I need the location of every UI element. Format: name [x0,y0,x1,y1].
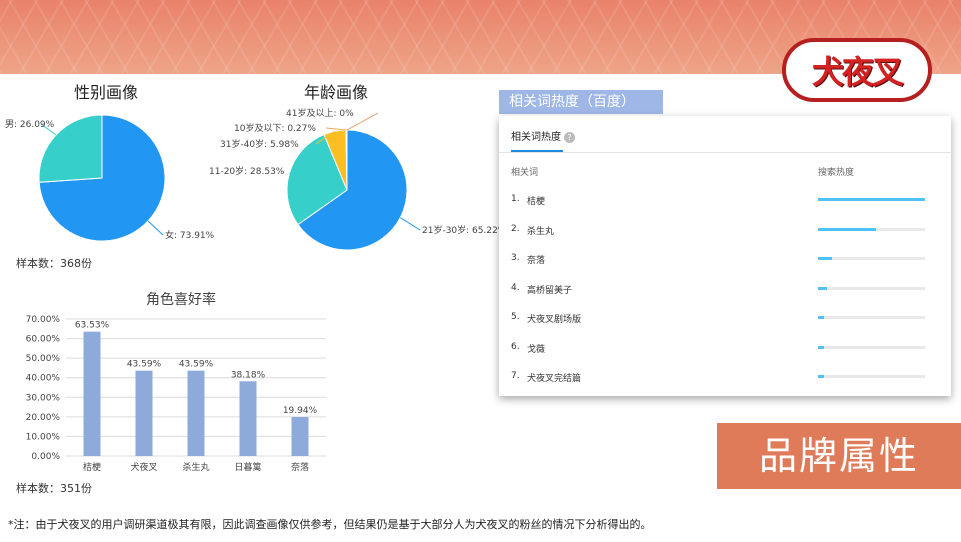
heat-bar-fill [818,345,825,349]
y-tick-label: 50.00% [26,354,61,364]
logo-text: 犬夜叉 [811,53,904,91]
keyword-text: 戈薇 [527,344,546,355]
age-slice-label-1: 11-20岁: 28.53% [209,165,285,177]
heat-bar-fill [818,375,825,378]
x-category-label: 奈落 [291,461,309,473]
tab-divider [499,152,951,153]
keyword-panel-header: 相关词热度（百度） [499,90,663,114]
bar-0 [83,331,101,456]
bar-4 [291,416,309,456]
gender-sample-count: 样本数：368份 [16,257,92,270]
col-keyword-header: 相关词 [511,168,539,178]
heat-bar-track [818,286,925,290]
bar-value-label: 63.53% [75,321,110,331]
gender-leader-line-0 [147,220,164,236]
col-heat-header: 搜索热度 [818,168,855,178]
gender-pie-chart: 女: 73.91%男: 26.09% [5,114,215,242]
roles-sample-count: 样本数：351份 [16,482,92,495]
keyword-rank: 6. [511,341,520,352]
heat-bar-fill [818,316,825,319]
keyword-rank: 4. [511,282,520,293]
age-leader-line-0 [400,217,421,231]
heat-bar-track [818,257,925,260]
heat-bar-fill [818,257,832,260]
keyword-rank: 2. [511,223,520,234]
keyword-text: 奈落 [527,256,546,266]
bar-3 [239,381,257,456]
keyword-row[interactable]: 3. 奈落 [511,249,937,269]
keyword-row[interactable]: 4. 高桥留美子 [511,279,937,299]
age-slice-label-3: 10岁及以下: 0.27% [234,122,316,134]
bar-value-label: 43.59% [179,360,214,370]
heat-bar-track [818,345,925,349]
y-tick-label: 20.00% [26,413,61,423]
age-slice-label-0: 21岁-30岁: 65.22% [422,224,500,236]
tab-keyword-heat-label: 相关词热度 [511,132,561,143]
keyword-row[interactable]: 7. 犬夜叉完结篇 [511,367,937,387]
bar-2 [187,370,205,456]
bar-value-label: 43.59% [127,360,162,370]
heat-bar-fill [818,198,925,201]
x-category-label: 日暮篱 [234,461,261,473]
y-tick-label: 30.00% [26,393,61,403]
x-category-label: 桔梗 [83,461,101,473]
keyword-text: 桔梗 [527,197,546,207]
help-icon[interactable]: ? [564,131,575,143]
keyword-row[interactable]: 2. 杀生丸 [511,220,937,240]
x-category-label: 杀生丸 [182,461,209,473]
heat-bar-track [818,227,925,231]
age-slice-label-2: 31岁-40岁: 5.98% [220,138,299,150]
roles-title: 角色喜好率 [146,292,216,308]
bar-1 [135,370,153,456]
x-category-label: 犬夜叉 [130,461,157,473]
roles-bar-chart: 0.00% 10.00% 20.00% 30.00% 40.00% 50.00% 60.00… [26,315,326,473]
heat-bar-fill [818,227,876,231]
heat-bar-track [818,375,925,378]
y-tick-label: 60.00% [26,335,61,345]
keyword-text: 犬夜叉剧场版 [527,315,582,325]
keyword-text: 杀生丸 [527,226,555,237]
y-tick-label: 0.00% [31,452,60,462]
keyword-card: 相关词热度? 相关词 搜索热度 1. 桔梗 2. 杀生丸 3. 奈落 4. 高桥留美子 5. 犬夜… [499,116,951,396]
heat-bar-track [818,198,925,201]
heat-bar-fill [818,286,827,290]
tab-keyword-heat[interactable]: 相关词热度? [511,128,575,143]
age-leader-line-3 [325,127,347,131]
age-slice-label-4: 41岁及以上: 0% [286,107,354,119]
y-tick-label: 70.00% [26,315,61,325]
gender-slice-label-1: 男: 26.09% [5,119,55,130]
keyword-rank: 7. [511,371,520,381]
footnote: *注：由于犬夜叉的用户调研渠道极其有限，因此调查画像仅供参考，但结果仍是基于大部… [8,518,652,531]
y-tick-label: 10.00% [26,432,61,442]
keyword-row[interactable]: 6. 戈薇 [511,338,937,358]
bar-value-label: 19.94% [283,406,318,416]
y-tick-label: 40.00% [26,374,61,384]
inuyasha-logo: 犬夜叉 [782,38,932,102]
keyword-rank: 1. [511,194,520,204]
brand-attribute-label: 品牌属性 [717,423,961,489]
keyword-row[interactable]: 5. 犬夜叉剧场版 [511,308,937,328]
keyword-rank: 3. [511,253,520,263]
age-pie-chart: 21岁-30岁: 65.22% 11-20岁: 28.53% 31岁-40岁: 5.… [209,107,500,251]
keyword-text: 高桥留美子 [527,285,573,296]
keyword-rank: 5. [511,312,520,322]
keyword-row[interactable]: 1. 桔梗 [511,190,937,210]
keyword-text: 犬夜叉完结篇 [527,374,582,384]
bar-value-label: 38.18% [231,370,266,380]
heat-bar-track [818,316,925,319]
